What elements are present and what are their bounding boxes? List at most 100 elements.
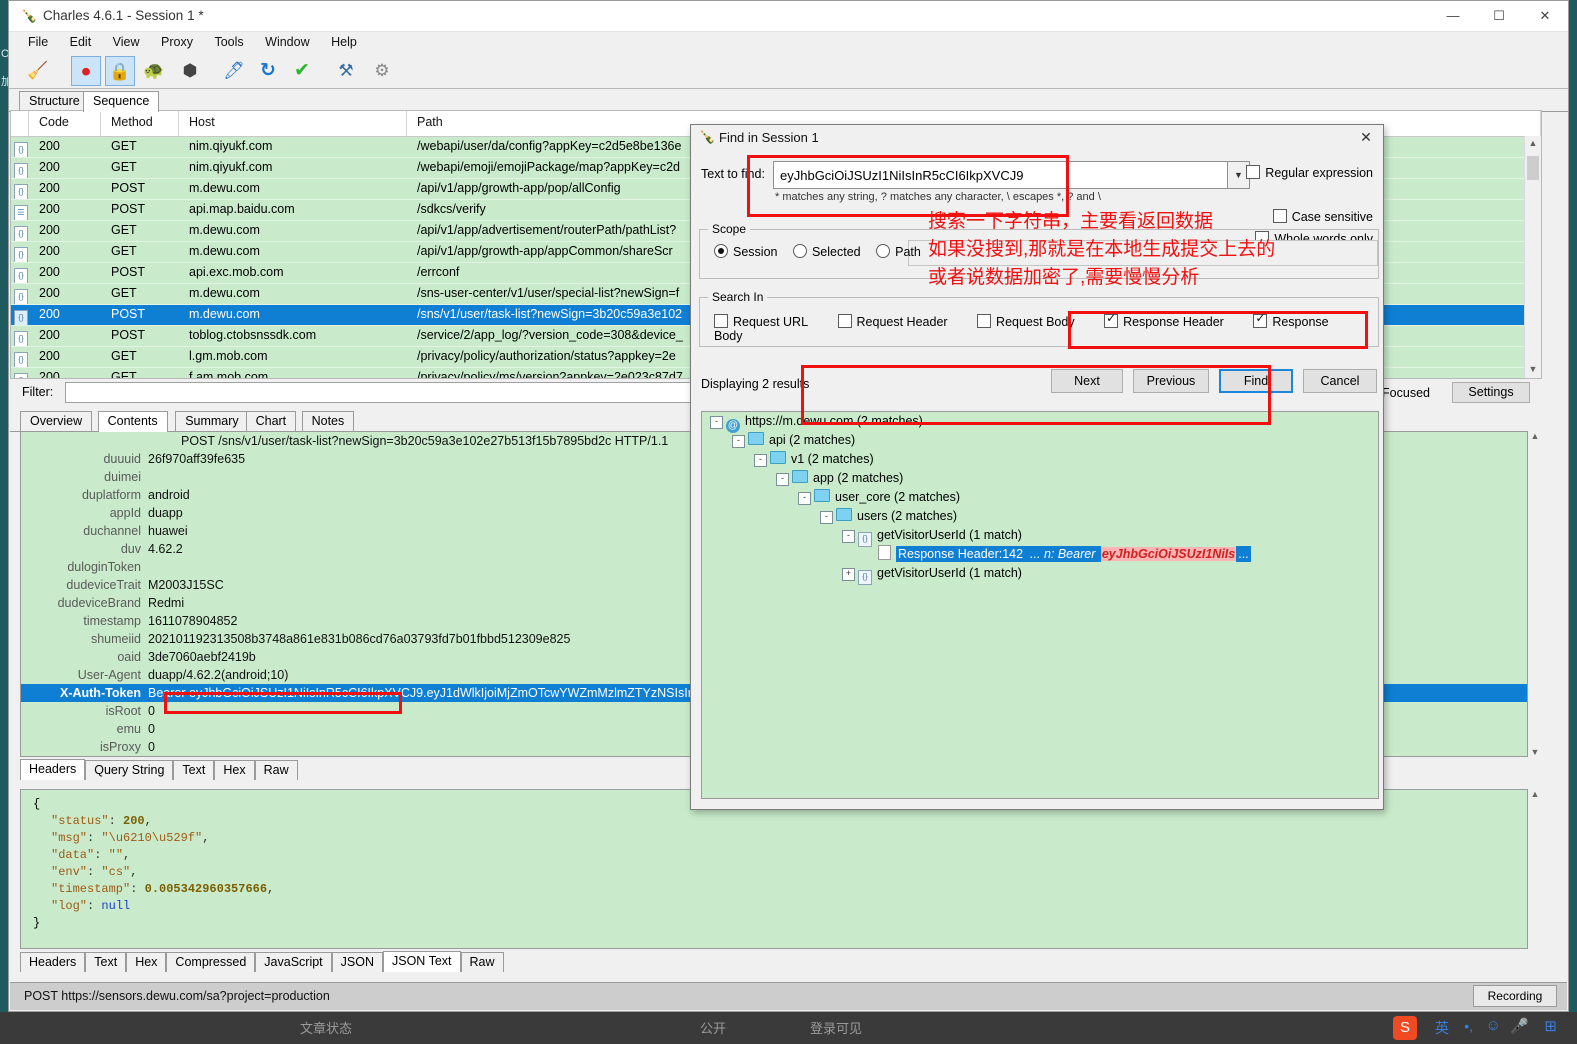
- find-dialog-close-icon[interactable]: ✕: [1355, 128, 1377, 148]
- json-close-brace: }: [33, 916, 41, 930]
- session-vertical-scrollbar[interactable]: ▲ ▼: [1524, 136, 1541, 378]
- taskbar-item-2[interactable]: 登录可见: [810, 1018, 862, 1037]
- tree-node[interactable]: - app (2 matches): [702, 469, 1378, 488]
- request-view-tab-raw[interactable]: Raw: [254, 760, 298, 780]
- tree-node[interactable]: - user_core (2 matches): [702, 488, 1378, 507]
- tree-match-node[interactable]: Response Header:142 ... n: Bearer eyJhbG…: [702, 545, 1378, 564]
- menu-help[interactable]: Help: [322, 32, 366, 52]
- detail-vertical-scrollbar[interactable]: ▲ ▼: [1528, 431, 1542, 757]
- scope-radio-selected[interactable]: Selected: [792, 244, 861, 259]
- response-view-tab-raw[interactable]: Raw: [460, 952, 504, 972]
- detail-tab-notes[interactable]: Notes: [301, 411, 355, 431]
- scope-radio-session[interactable]: Session: [714, 244, 777, 259]
- search-in-request-header[interactable]: Request Header: [837, 314, 948, 329]
- tree-toggle-icon[interactable]: -: [710, 416, 723, 429]
- menu-proxy[interactable]: Proxy: [152, 32, 202, 52]
- ime-keyboard-icon[interactable]: ⊞: [1544, 1017, 1557, 1035]
- response-json-view[interactable]: { "status": 200, "msg": "\u6210\u529f", "d…: [20, 789, 1528, 949]
- tree-toggle-icon[interactable]: -: [798, 492, 811, 505]
- settings-gear-icon[interactable]: ⚙: [367, 56, 397, 86]
- col-header-host[interactable]: Host: [179, 111, 407, 136]
- record-icon[interactable]: ⏺: [71, 56, 101, 86]
- tree-node[interactable]: +{} getVisitorUserId (1 match): [702, 564, 1378, 585]
- recording-status[interactable]: Recording: [1473, 985, 1557, 1007]
- next-button[interactable]: Next: [1051, 369, 1123, 393]
- response-view-tab-compressed[interactable]: Compressed: [166, 952, 256, 972]
- clear-session-icon[interactable]: 🧹: [23, 56, 53, 86]
- repeat-icon[interactable]: ↻: [253, 56, 283, 86]
- tools-icon[interactable]: ⚒: [331, 56, 361, 86]
- response-view-tab-json-text[interactable]: JSON Text: [383, 951, 461, 972]
- detail-tab-chart[interactable]: Chart: [245, 411, 297, 431]
- search-in-request-url[interactable]: Request URL: [714, 314, 808, 329]
- tree-node[interactable]: - api (2 matches): [702, 431, 1378, 450]
- request-view-tab-text[interactable]: Text: [173, 760, 215, 780]
- tree-node[interactable]: - v1 (2 matches): [702, 450, 1378, 469]
- ime-voice-icon[interactable]: 🎤: [1510, 1017, 1529, 1035]
- tree-node[interactable]: - users (2 matches): [702, 507, 1378, 526]
- tree-toggle-icon[interactable]: -: [842, 530, 855, 543]
- throttle-icon[interactable]: 🔒: [105, 56, 135, 86]
- search-in-request-body[interactable]: Request Body: [977, 314, 1075, 329]
- settings-button[interactable]: Settings: [1452, 382, 1530, 403]
- regular-expression-checkbox[interactable]: Regular expression: [1246, 165, 1373, 180]
- scroll-down-icon[interactable]: ▼: [1525, 362, 1541, 378]
- request-view-tab-query-string[interactable]: Query String: [85, 760, 174, 780]
- minimize-button[interactable]: —: [1430, 1, 1476, 31]
- cancel-button[interactable]: Cancel: [1303, 369, 1377, 393]
- selected-match-row[interactable]: Response Header:142 ... n: Bearer: [896, 546, 1101, 562]
- previous-button[interactable]: Previous: [1133, 369, 1209, 393]
- detail-tab-summary[interactable]: Summary: [175, 411, 249, 431]
- response-view-tab-javascript[interactable]: JavaScript: [255, 952, 332, 972]
- ime-emoji-icon[interactable]: ☺: [1486, 1017, 1501, 1034]
- menu-view[interactable]: View: [104, 32, 149, 52]
- menu-file[interactable]: File: [19, 32, 57, 52]
- response-view-tab-text[interactable]: Text: [85, 952, 127, 972]
- case-sensitive-checkbox[interactable]: Case sensitive: [1272, 209, 1373, 224]
- menu-tools[interactable]: Tools: [205, 32, 252, 52]
- tree-toggle-icon[interactable]: -: [820, 511, 833, 524]
- col-header-method[interactable]: Method: [101, 111, 179, 136]
- response-view-tab-json[interactable]: JSON: [331, 952, 383, 972]
- ime-language-icon[interactable]: 英: [1435, 1018, 1449, 1038]
- find-button[interactable]: Find: [1219, 369, 1293, 393]
- col-header-code[interactable]: Code: [29, 111, 101, 136]
- taskbar-item-0[interactable]: 文章状态: [300, 1018, 352, 1037]
- scroll-up-icon[interactable]: ▲: [1525, 136, 1541, 152]
- tab-structure[interactable]: Structure: [19, 91, 90, 111]
- tree-node[interactable]: - @ https://m.dewu.com (2 matches): [702, 412, 1378, 433]
- tree-toggle-icon[interactable]: +: [842, 568, 855, 581]
- tree-node[interactable]: -{} getVisitorUserId (1 match): [702, 526, 1378, 547]
- close-button[interactable]: ✕: [1522, 1, 1568, 31]
- col-header-icon[interactable]: [11, 111, 29, 136]
- detail-tab-contents[interactable]: Contents: [97, 411, 168, 432]
- breakpoints-icon[interactable]: ⬢: [175, 56, 205, 86]
- compose-icon[interactable]: 🖊: [219, 56, 249, 86]
- ime-punctuation-icon[interactable]: •,: [1464, 1018, 1473, 1034]
- tree-toggle-icon[interactable]: -: [776, 473, 789, 486]
- request-view-tab-hex[interactable]: Hex: [214, 760, 255, 780]
- text-to-find-input[interactable]: [773, 161, 1228, 189]
- search-results-tree[interactable]: - @ https://m.dewu.com (2 matches) - api (2 …: [701, 411, 1379, 799]
- taskbar-item-1[interactable]: 公开: [700, 1018, 726, 1037]
- maximize-button[interactable]: ☐: [1476, 1, 1522, 31]
- response-view-tab-hex[interactable]: Hex: [126, 952, 167, 972]
- sogou-ime-icon[interactable]: S: [1393, 1016, 1417, 1040]
- taskbar[interactable]: 文章状态 公开 登录可见 S 英 •, ☺ 🎤 ⊞: [0, 1012, 1577, 1044]
- tab-sequence[interactable]: Sequence: [83, 91, 160, 112]
- scope-radio-path[interactable]: Path: [876, 244, 921, 259]
- response-vertical-scrollbar[interactable]: ▲: [1528, 789, 1542, 949]
- request-view-tab-headers[interactable]: Headers: [20, 759, 86, 780]
- search-in-response-header[interactable]: Response Header: [1104, 311, 1224, 329]
- json-value: null: [101, 899, 131, 913]
- turtle-throttle-icon[interactable]: 🐢: [139, 56, 169, 86]
- menu-window[interactable]: Window: [256, 32, 318, 52]
- validate-icon[interactable]: ✔: [287, 56, 317, 86]
- response-view-tab-headers[interactable]: Headers: [20, 952, 86, 972]
- auth-token-rest: .eyJ1dWlkIjoiMjZmOTcwYWZmMzlmZTYzNSIsInV…: [423, 686, 717, 700]
- scroll-thumb[interactable]: [1527, 156, 1539, 180]
- detail-tab-overview[interactable]: Overview: [20, 411, 93, 431]
- tree-toggle-icon[interactable]: -: [732, 435, 745, 448]
- menu-edit[interactable]: Edit: [61, 32, 101, 52]
- tree-toggle-icon[interactable]: -: [754, 454, 767, 467]
